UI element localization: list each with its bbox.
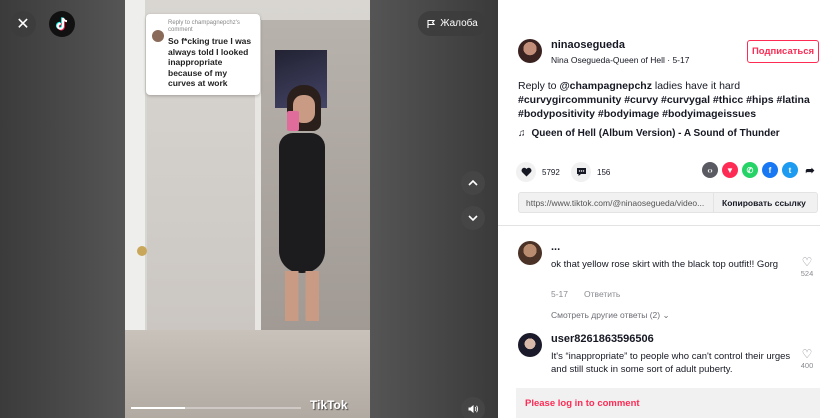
person-phone: [287, 111, 299, 131]
follow-button[interactable]: Подписаться: [747, 40, 819, 63]
volume-button[interactable]: [461, 397, 485, 418]
comment-item: user8261863596506 It's “inappropriate” t…: [518, 333, 820, 378]
tiktok-watermark: TikTok: [310, 398, 348, 412]
comment-like-count: 400: [800, 361, 814, 370]
heart-outline-icon: ♡: [801, 255, 813, 269]
copy-link-box: https://www.tiktok.com/@ninaosegueda/vid…: [518, 192, 818, 213]
video-scene-doorknob: [137, 246, 147, 256]
login-to-comment-bar[interactable]: Please log in to comment: [516, 388, 820, 418]
reply-sticker-header: Reply to champagnepchz's comment So f*ck…: [152, 20, 254, 89]
twitter-icon[interactable]: t: [782, 162, 798, 178]
reply-comment-sticker: Reply to champagnepchz's comment So f*ck…: [146, 14, 260, 95]
share-arrow-icon[interactable]: ➦: [802, 162, 818, 178]
comment-count: 156: [597, 167, 611, 177]
comment-avatar[interactable]: [518, 241, 542, 265]
comment-meta: 5-17 Ответить: [551, 289, 620, 299]
comment-like-count: 524: [800, 269, 814, 278]
close-button[interactable]: ✕: [10, 11, 36, 37]
music-title: Queen of Hell (Album Version) - A Sound …: [531, 128, 780, 139]
view-more-label: Смотреть другие ответы (2): [551, 310, 661, 320]
comment-avatar[interactable]: [518, 333, 542, 357]
like-count: 5792: [542, 167, 560, 177]
previous-video-button[interactable]: [461, 171, 485, 195]
report-button[interactable]: Жалоба: [418, 11, 486, 36]
comment-like-button[interactable]: ♡ 524: [798, 255, 816, 278]
description-prefix: Reply to: [518, 80, 560, 92]
reply-sticker-caption-line-1: Reply to champagnepchz's: [168, 20, 240, 26]
share-buttons: ‹› ▼ ✆ f t ➦: [702, 162, 818, 178]
like-stat[interactable]: 5792: [516, 162, 560, 182]
send-to-friends-icon[interactable]: ▼: [722, 162, 738, 178]
heart-outline-icon: ♡: [801, 347, 813, 361]
comment-stat[interactable]: 156: [571, 162, 610, 182]
facebook-icon[interactable]: f: [762, 162, 778, 178]
comment-like-button[interactable]: ♡ 400: [798, 347, 816, 370]
music-note-icon: ♫: [518, 128, 526, 139]
author-username[interactable]: ninaosegueda: [551, 39, 625, 51]
details-pane: ninaosegueda Nina Osegueda-Queen of Hell…: [498, 0, 820, 418]
author-subline: Nina Osegueda-Queen of Hell · 5-17: [551, 55, 689, 65]
tiktok-video-page: Reply to champagnepchz's comment So f*ck…: [0, 0, 820, 418]
comment-bubble-icon: [571, 162, 591, 182]
video-scene-person: [265, 85, 335, 325]
person-dress: [279, 133, 325, 273]
music-link[interactable]: ♫ Queen of Hell (Album Version) - A Soun…: [518, 128, 780, 139]
close-icon: ✕: [16, 16, 30, 33]
video-blur-left: [0, 0, 125, 418]
author-avatar[interactable]: [518, 39, 542, 63]
next-video-button[interactable]: [461, 206, 485, 230]
video-description: Reply to @champagnepchz ladies have it h…: [518, 79, 818, 121]
comment-date: 5-17: [551, 289, 569, 299]
reply-sticker-text: So f*cking true I was always told I look…: [168, 36, 252, 88]
reply-sticker-body: Reply to champagnepchz's comment So f*ck…: [168, 20, 254, 89]
post-date: 5-17: [672, 55, 690, 65]
view-more-replies-button[interactable]: Смотреть другие ответы (2) ⌄: [551, 310, 670, 321]
reply-sticker-avatar: [152, 30, 164, 42]
section-divider: [498, 225, 820, 226]
video-progress-bar[interactable]: [131, 407, 301, 409]
comment-text: ok that yellow rose skirt with the black…: [551, 259, 779, 270]
person-legs: [285, 271, 319, 321]
report-label: Жалоба: [440, 18, 478, 29]
login-prompt: Please log in to comment: [525, 397, 640, 409]
chevron-down-small-icon: ⌄: [662, 310, 670, 320]
comment-username[interactable]: user8261863596506: [551, 333, 654, 345]
reply-button[interactable]: Ответить: [584, 289, 620, 299]
description-hashtags[interactable]: #curvygircommunity #curvy #curvygal #thi…: [518, 94, 810, 120]
speaker-icon: [468, 405, 479, 413]
video-progress-fill: [131, 407, 186, 409]
reply-sticker-caption-line-2: comment: [168, 27, 193, 33]
flag-icon: [427, 19, 436, 28]
description-mention-link[interactable]: @champagnepchz: [559, 80, 652, 92]
whatsapp-icon[interactable]: ✆: [742, 162, 758, 178]
tiktok-logo[interactable]: [49, 11, 75, 37]
description-text: ladies have it hard: [651, 80, 741, 92]
author-display-name: Nina Osegueda-Queen of Hell: [551, 55, 665, 65]
tiktok-note-icon: [55, 17, 68, 31]
chevron-up-icon: [468, 179, 478, 186]
comment-item: ... ok that yellow rose skirt with the b…: [518, 241, 820, 301]
comment-username[interactable]: ...: [551, 241, 560, 253]
copy-link-button[interactable]: Копировать ссылку: [713, 193, 806, 212]
embed-icon[interactable]: ‹›: [702, 162, 718, 178]
video-pane: Reply to champagnepchz's comment So f*ck…: [0, 0, 498, 418]
heart-icon: [516, 162, 536, 182]
chevron-down-icon: [468, 215, 478, 222]
comment-text: It's “inappropriate” to people who can't…: [551, 351, 791, 375]
video-url[interactable]: https://www.tiktok.com/@ninaosegueda/vid…: [519, 198, 713, 208]
